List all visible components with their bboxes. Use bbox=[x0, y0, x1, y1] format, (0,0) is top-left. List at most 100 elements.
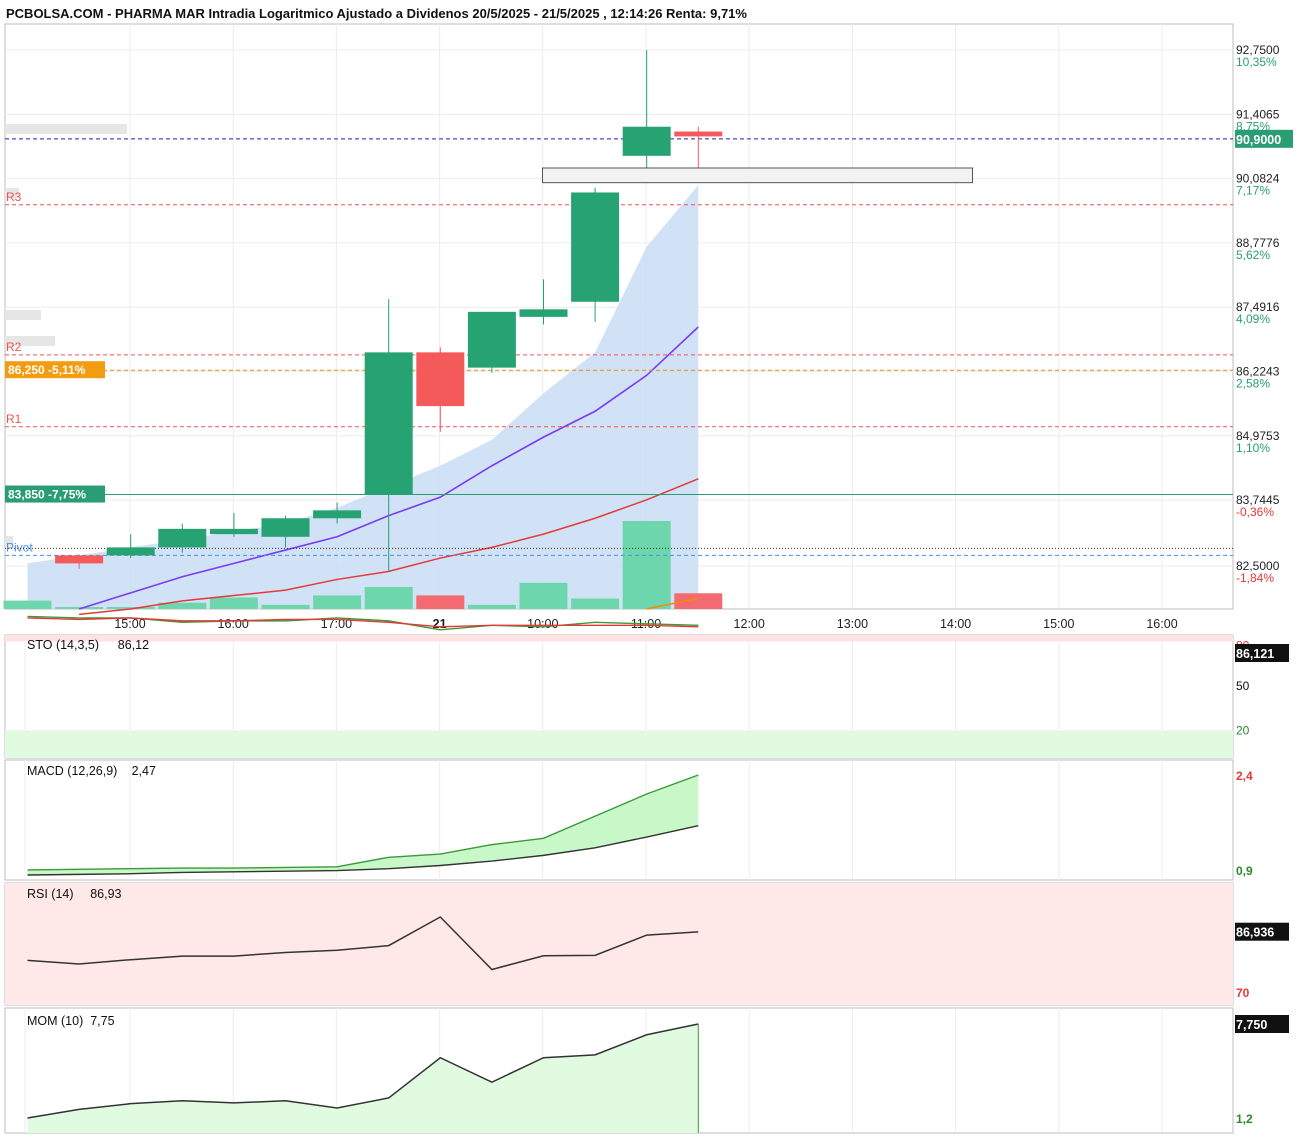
price-tick-label: 82,5000 bbox=[1236, 559, 1280, 573]
current-price-tag-label: 90,9000 bbox=[1236, 133, 1281, 147]
sto-d-line bbox=[27, 617, 699, 628]
volume-profile-bar bbox=[5, 310, 41, 320]
x-axis-tick-label: 15:00 bbox=[114, 617, 145, 631]
sto-tick-label: 80 bbox=[1236, 639, 1250, 653]
rsi-panel-frame bbox=[4, 882, 1234, 1006]
rsi-tick-label: 70 bbox=[1236, 986, 1250, 1000]
macd-tick-label: 0,9 bbox=[1236, 864, 1253, 878]
x-axis-tick-label: 15:00 bbox=[1043, 617, 1074, 631]
x-axis-tick-label: 12:00 bbox=[734, 617, 765, 631]
highlight-box bbox=[542, 167, 973, 184]
macd-name: MACD (12,26,9) bbox=[27, 764, 117, 778]
chart-svg: 92,750010,35% 91,40658,75% 90,08247,17% 88,… bbox=[3, 23, 1293, 1134]
volume-bar bbox=[55, 607, 104, 609]
volume-profile-bar bbox=[5, 124, 127, 134]
rsi-current-tag-label: 86,936 bbox=[1236, 926, 1274, 940]
price-panel-frame bbox=[4, 23, 1234, 610]
price-tick-label: 92,7500 bbox=[1236, 43, 1280, 57]
candle-body bbox=[416, 352, 465, 407]
x-axis-tick-label: 14:00 bbox=[940, 617, 971, 631]
x-axis-tick-label: 17:00 bbox=[321, 617, 352, 631]
percent-tick-label: 4,09% bbox=[1236, 312, 1270, 326]
percent-tick-label: -0,36% bbox=[1236, 505, 1274, 519]
candle-body bbox=[622, 126, 671, 156]
percent-tick-label: -1,84% bbox=[1236, 571, 1274, 585]
x-axis-tick-label: 11:00 bbox=[631, 617, 661, 631]
sto-tick-label: 20 bbox=[1236, 723, 1250, 737]
percent-tick-label: 1,10% bbox=[1236, 441, 1270, 455]
mom-panel-frame bbox=[4, 1007, 1234, 1134]
volume-bar bbox=[3, 600, 52, 609]
x-axis-tick-label: 16:00 bbox=[1146, 617, 1177, 631]
macd-panel-frame bbox=[4, 759, 1234, 881]
sto-value: 86,12 bbox=[118, 638, 149, 652]
percent-tick-label: 10,35% bbox=[1236, 55, 1277, 69]
candle-body bbox=[364, 352, 413, 495]
mom-current-tag-label: 7,750 bbox=[1236, 1018, 1267, 1032]
volume-bar bbox=[158, 602, 207, 609]
candle-body bbox=[55, 555, 104, 564]
chart-title: PCBOLSA.COM - PHARMA MAR Intradia Logari… bbox=[6, 6, 747, 21]
x-axis-tick-label: 16:00 bbox=[218, 617, 249, 631]
candle-body bbox=[313, 510, 362, 519]
percent-tick-label: 7,17% bbox=[1236, 184, 1270, 198]
price-tick-label: 91,4065 bbox=[1236, 107, 1280, 121]
sto-k-line bbox=[27, 615, 699, 631]
sto-tick-label: 50 bbox=[1236, 679, 1250, 693]
price-tick-label: 87,4916 bbox=[1236, 300, 1280, 314]
macd-value: 2,47 bbox=[132, 764, 156, 778]
rsi-line bbox=[27, 916, 699, 971]
price-tag-label: 83,850 -7,75% bbox=[8, 488, 86, 502]
volume-bar bbox=[467, 604, 516, 609]
volume-bar bbox=[519, 582, 568, 609]
mom-value: 7,75 bbox=[90, 1014, 114, 1028]
candle-body bbox=[106, 547, 155, 556]
current-price-tag-bg bbox=[1235, 129, 1293, 148]
percent-tick-label: 2,58% bbox=[1236, 377, 1270, 391]
volume-bar bbox=[571, 598, 620, 609]
legend-boll20: BOLL (20) bbox=[95, 26, 153, 40]
sto-current-tag-bg bbox=[1235, 644, 1289, 662]
volume-profile-bar bbox=[5, 188, 19, 198]
sto-oversold-zone bbox=[5, 730, 1233, 758]
sto-panel-frame bbox=[4, 634, 1234, 759]
level-label-r3: R3 bbox=[6, 190, 22, 204]
percent-tick-label: 5,62% bbox=[1236, 248, 1270, 262]
sma100-area bbox=[27, 185, 699, 610]
mom-tick-label: 1,2 bbox=[1236, 1112, 1253, 1126]
mom-line bbox=[27, 1023, 699, 1119]
indicator-legend: SMA (100) BOLL (20) SMA (9) EMA (50) EMA… bbox=[27, 26, 348, 40]
price-tick-label: 83,7445 bbox=[1236, 493, 1280, 507]
macd-signal-line bbox=[27, 824, 699, 876]
macd-line bbox=[27, 774, 699, 871]
volume-bar bbox=[416, 595, 465, 609]
rsi-current-tag-bg bbox=[1235, 922, 1289, 941]
candle-body bbox=[209, 528, 258, 535]
volume-profile-bar bbox=[5, 536, 13, 546]
volume-profile-bar bbox=[5, 336, 55, 346]
candle-body bbox=[571, 192, 620, 302]
rsi-name: RSI (14) bbox=[27, 887, 74, 901]
rsi-overbought-zone bbox=[5, 883, 1233, 1005]
candle-body bbox=[158, 528, 207, 548]
sto-current-tag-label: 86,121 bbox=[1236, 647, 1274, 661]
legend-ema50: EMA (50) bbox=[226, 26, 279, 40]
level-label-r2: R2 bbox=[6, 340, 22, 354]
volume-bar bbox=[364, 587, 413, 609]
x-axis-tick-label: 21 bbox=[433, 617, 447, 631]
macd-tick-label: 2,4 bbox=[1236, 769, 1253, 783]
price-tick-label: 86,2243 bbox=[1236, 365, 1280, 379]
macd-histogram-area bbox=[27, 775, 699, 875]
volume-bar bbox=[674, 593, 723, 609]
price-tick-label: 88,7776 bbox=[1236, 236, 1280, 250]
volume-bar bbox=[261, 604, 310, 609]
rsi-value: 86,93 bbox=[90, 887, 121, 901]
level-label-r1: R1 bbox=[6, 412, 22, 426]
price-tag-bg bbox=[5, 361, 105, 379]
level-label-pivot: Pivot bbox=[6, 540, 33, 554]
ema50-line bbox=[646, 597, 699, 610]
sto-overbought-zone bbox=[5, 635, 1233, 642]
price-tick-label: 90,0824 bbox=[1236, 172, 1280, 186]
percent-tick-label: 8,75% bbox=[1236, 119, 1270, 133]
x-axis-tick-label: 10:00 bbox=[527, 617, 558, 631]
